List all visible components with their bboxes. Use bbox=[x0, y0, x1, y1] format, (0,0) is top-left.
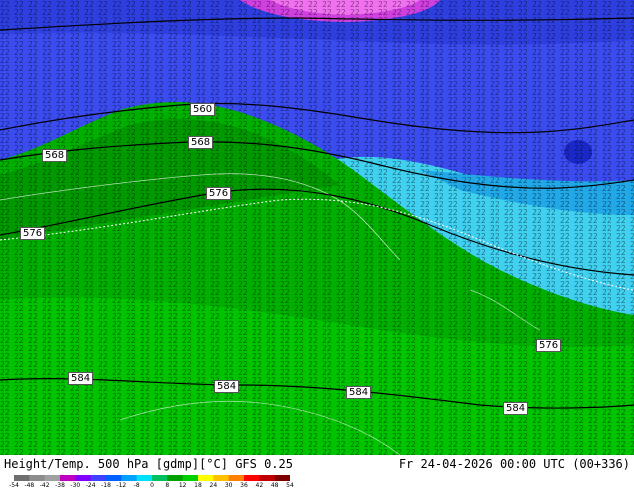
colorbar-segment bbox=[228, 475, 245, 481]
contour-label: 576 bbox=[206, 187, 232, 200]
colorbar-segment bbox=[152, 475, 168, 481]
contour-label: 568 bbox=[188, 136, 214, 149]
colorbar-segment bbox=[167, 475, 183, 481]
colorbar-tick-label: -12 bbox=[116, 482, 127, 489]
colorbar bbox=[14, 475, 290, 481]
colorbar-segment bbox=[14, 475, 30, 481]
contour-label: 576 bbox=[20, 227, 46, 240]
colorbar-tick-label: -18 bbox=[101, 482, 111, 489]
colorbar-segment bbox=[75, 475, 91, 481]
colorbar-segment bbox=[259, 475, 275, 481]
contour-label: 584 bbox=[214, 380, 240, 393]
colorbar-tick-label: 54 bbox=[286, 482, 294, 489]
contour-label: 560 bbox=[190, 103, 216, 116]
colorbar-tick-label: 30 bbox=[224, 482, 233, 489]
colorbar-tick-label: 0 bbox=[150, 482, 154, 489]
map-title: Height/Temp. 500 hPa [gdmp][°C] GFS 0.25 bbox=[4, 457, 293, 471]
contour-label: 584 bbox=[346, 386, 372, 399]
colorbar-tick-label: 24 bbox=[209, 482, 218, 489]
contour-label: 584 bbox=[503, 402, 529, 415]
colorbar-tick-label: -42 bbox=[39, 482, 50, 489]
colorbar-tick-label: 18 bbox=[194, 482, 202, 489]
colorbar-segment bbox=[274, 475, 290, 481]
colorbar-segment bbox=[121, 475, 137, 481]
colorbar-ticks: -54 -48 -42 -38 -30 -24 -18 -12 -8 0 8 12 18 24 30 36 42… bbox=[9, 482, 294, 490]
colorbar-segment bbox=[244, 475, 260, 481]
colorbar-segment bbox=[198, 475, 214, 481]
colorbar-tick-label: 48 bbox=[270, 482, 279, 489]
colorbar-segment bbox=[44, 475, 61, 481]
colorbar-tick-label: -24 bbox=[85, 482, 96, 489]
colorbar-segment bbox=[60, 475, 76, 481]
colorbar-tick-label: 12 bbox=[178, 482, 187, 489]
colorbar-segment bbox=[106, 475, 122, 481]
weather-map: 22 bbox=[0, 0, 634, 455]
colorbar-segment bbox=[136, 475, 153, 481]
colorbar-tick-label: -48 bbox=[24, 482, 35, 489]
colorbar-segment bbox=[213, 475, 229, 481]
contour-label: 576 bbox=[536, 339, 562, 352]
colorbar-tick-label: -30 bbox=[70, 482, 81, 489]
colorbar-tick-label: -54 bbox=[9, 482, 19, 489]
value-grid bbox=[0, 0, 634, 455]
map-timestamp: Fr 24-04-2026 00:00 UTC (00+336) bbox=[398, 457, 630, 471]
footer: Height/Temp. 500 hPa [gdmp][°C] GFS 0.25… bbox=[0, 455, 634, 490]
colorbar-segment bbox=[90, 475, 107, 481]
contour-label: 568 bbox=[42, 149, 68, 162]
contour-label: 584 bbox=[68, 372, 94, 385]
colorbar-segment bbox=[29, 475, 45, 481]
colorbar-tick-label: 42 bbox=[255, 482, 264, 489]
colorbar-tick-label: 36 bbox=[240, 482, 248, 489]
colorbar-tick-label: -38 bbox=[55, 482, 65, 489]
colorbar-segment bbox=[182, 475, 199, 481]
colorbar-tick-label: 8 bbox=[165, 482, 170, 489]
colorbar-tick-label: -8 bbox=[133, 482, 140, 489]
